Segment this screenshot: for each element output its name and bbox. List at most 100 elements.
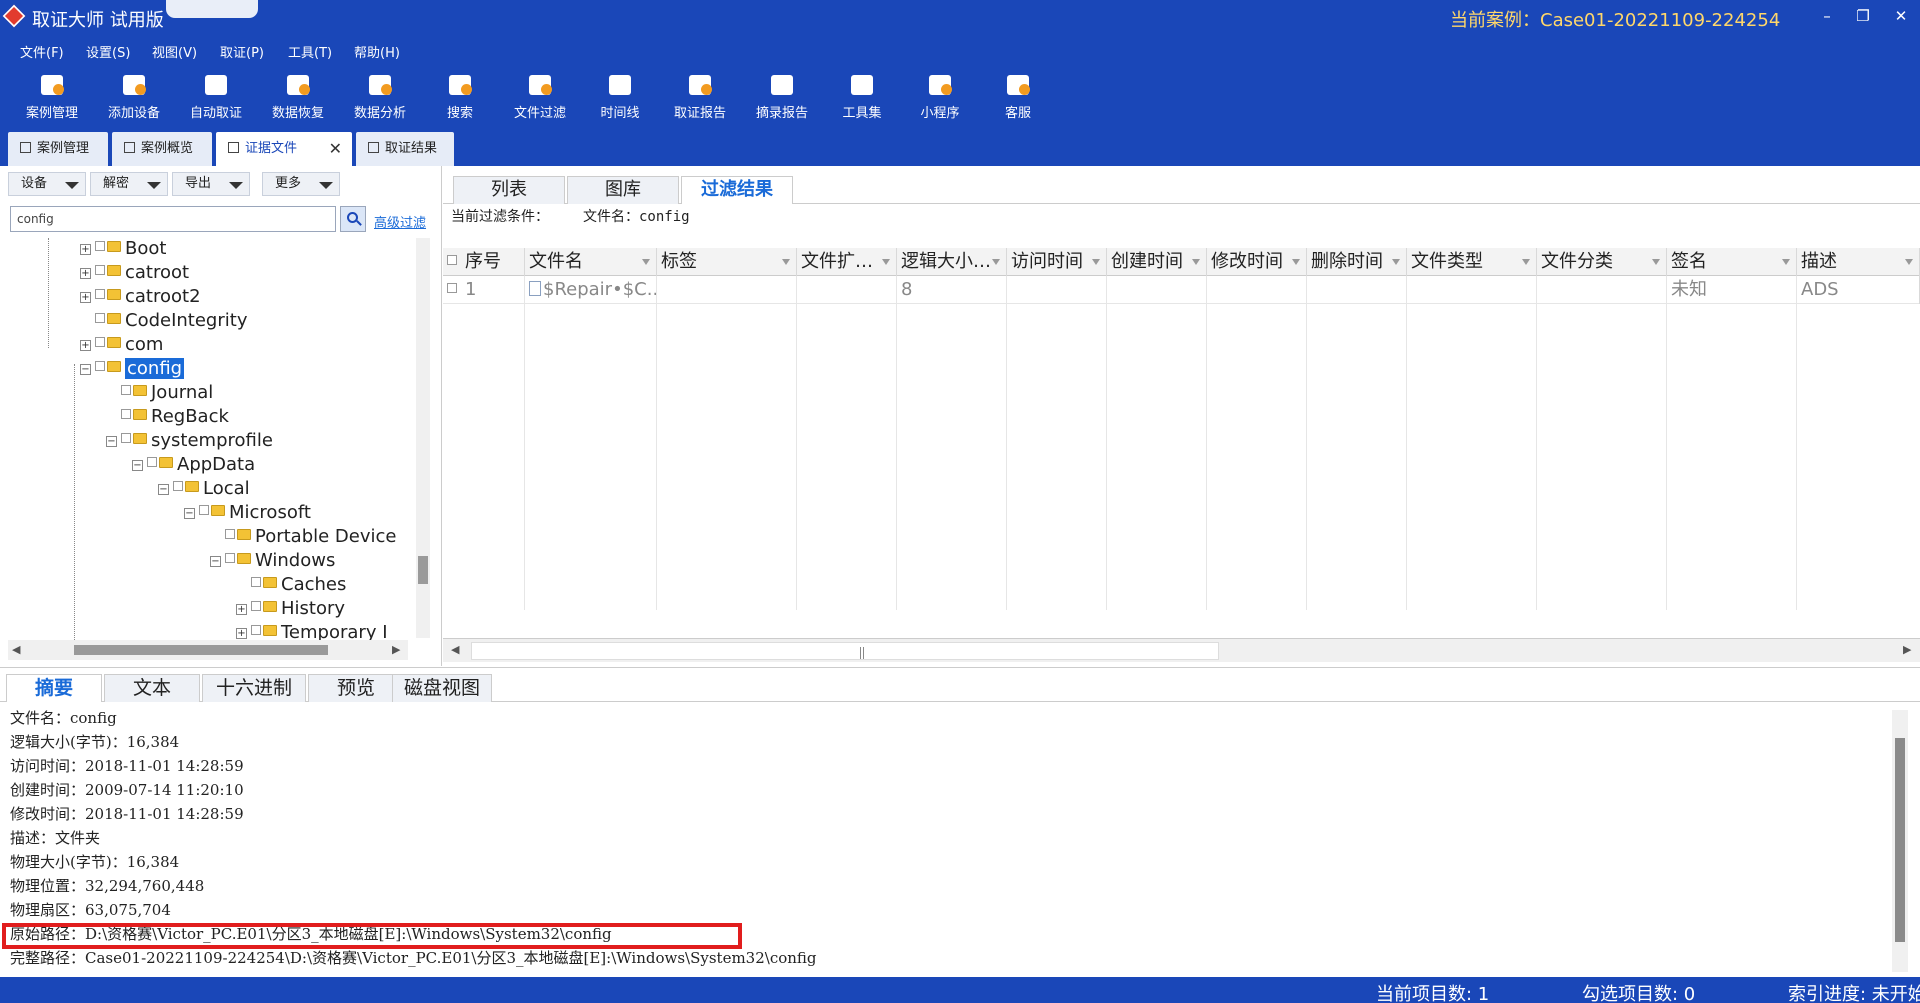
advanced-filter-link[interactable]: 高级过滤 — [374, 212, 426, 231]
decrypt-dropdown[interactable]: 解密 — [90, 172, 168, 196]
tree-node-regback[interactable]: RegBack — [106, 406, 229, 428]
filter-icon[interactable] — [1292, 259, 1300, 265]
tab-case-manage[interactable]: 案例管理 — [8, 132, 108, 166]
column-header-signature[interactable]: 签名 — [1667, 248, 1797, 276]
filter-icon[interactable] — [1782, 259, 1790, 265]
menu-help[interactable]: 帮助(H) — [354, 42, 400, 61]
collapse-icon[interactable]: − — [158, 484, 169, 495]
expand-icon[interactable]: + — [80, 340, 91, 351]
column-header-tag[interactable]: 标签 — [657, 248, 797, 276]
column-header-file-type[interactable]: 文件类型 — [1407, 248, 1537, 276]
scroll-thumb[interactable] — [471, 642, 1219, 660]
scroll-left-icon[interactable]: ◀ — [451, 643, 459, 656]
menu-file[interactable]: 文件(F) — [20, 42, 64, 61]
tree-search-button[interactable] — [340, 206, 366, 232]
checkbox[interactable] — [95, 241, 105, 251]
checkbox[interactable] — [121, 433, 131, 443]
table-row[interactable]: 1 $Repair•$C... 8 未知 ADS — [443, 276, 1920, 304]
tab-summary[interactable]: 摘要 — [6, 674, 102, 702]
scroll-thumb[interactable] — [1895, 738, 1905, 942]
checkbox[interactable] — [251, 601, 261, 611]
export-dropdown[interactable]: 导出 — [172, 172, 250, 196]
tab-forensic-results[interactable]: 取证结果 — [356, 132, 454, 166]
scroll-right-icon[interactable]: ▶ — [392, 643, 400, 656]
collapse-icon[interactable]: − — [132, 460, 143, 471]
checkbox[interactable] — [251, 577, 261, 587]
column-header-modify-time[interactable]: 修改时间 — [1207, 248, 1307, 276]
column-header-file-category[interactable]: 文件分类 — [1537, 248, 1667, 276]
device-dropdown[interactable]: 设备 — [8, 172, 86, 196]
scroll-left-icon[interactable]: ◀ — [12, 643, 20, 656]
excerpt-report-button[interactable]: 摘录报告 — [744, 72, 820, 128]
tab-case-overview[interactable]: 案例概览 — [112, 132, 212, 166]
column-header-logical-size[interactable]: 逻辑大小… — [897, 248, 1007, 276]
collapse-icon[interactable]: − — [210, 556, 221, 567]
checkbox[interactable] — [95, 289, 105, 299]
column-header-access-time[interactable]: 访问时间 — [1007, 248, 1107, 276]
collapse-icon[interactable]: − — [106, 436, 117, 447]
tree-node-caches[interactable]: Caches — [236, 574, 346, 596]
data-recovery-button[interactable]: 数据恢复 — [260, 72, 336, 128]
close-window-button[interactable]: ✕ — [1886, 4, 1916, 28]
grid-horizontal-scrollbar[interactable]: ◀ ▶ — [443, 638, 1920, 662]
search-button[interactable]: 搜索 — [422, 72, 498, 128]
scroll-right-icon[interactable]: ▶ — [1903, 643, 1911, 656]
checkbox[interactable] — [225, 529, 235, 539]
filter-icon[interactable] — [1092, 259, 1100, 265]
scroll-thumb[interactable] — [418, 556, 428, 584]
row-checkbox[interactable] — [447, 283, 457, 293]
toolset-button[interactable]: 工具集 — [824, 72, 900, 128]
expand-icon[interactable]: + — [236, 604, 247, 615]
filter-icon[interactable] — [882, 259, 890, 265]
close-icon[interactable]: ✕ — [329, 132, 342, 166]
tab-preview[interactable]: 预览 — [308, 674, 404, 702]
tree-node-temporary[interactable]: + Temporary I — [236, 622, 388, 640]
more-dropdown[interactable]: 更多 — [262, 172, 340, 196]
filter-icon[interactable] — [1392, 259, 1400, 265]
tree-node-portable-device[interactable]: Portable Device — [210, 526, 397, 548]
tab-hex[interactable]: 十六进制 — [202, 674, 306, 702]
checkbox[interactable] — [95, 265, 105, 275]
tab-gallery[interactable]: 图库 — [567, 176, 679, 204]
add-device-button[interactable]: 添加设备 — [96, 72, 172, 128]
checkbox[interactable] — [251, 625, 261, 635]
customer-service-button[interactable]: 客服 — [980, 72, 1056, 128]
checkbox[interactable] — [95, 313, 105, 323]
column-header-extension[interactable]: 文件扩… — [797, 248, 897, 276]
filter-icon[interactable] — [782, 259, 790, 265]
tree-node-com[interactable]: + com — [80, 334, 163, 356]
summary-vertical-scrollbar[interactable] — [1892, 710, 1908, 972]
tab-filter-results[interactable]: 过滤结果 — [681, 176, 793, 204]
file-filter-button[interactable]: 文件过滤 — [502, 72, 578, 128]
checkbox[interactable] — [225, 553, 235, 563]
tree-node-systemprofile[interactable]: − systemprofile — [106, 430, 273, 452]
tree-node-windows[interactable]: − Windows — [210, 550, 335, 572]
column-header-description[interactable]: 描述 — [1797, 248, 1920, 276]
filter-icon[interactable] — [1905, 259, 1913, 265]
filter-icon[interactable] — [992, 259, 1000, 265]
tree-node-catroot[interactable]: + catroot — [80, 262, 189, 284]
tree-node-boot[interactable]: + Boot — [80, 238, 166, 260]
minimize-button[interactable]: – — [1812, 4, 1842, 28]
column-header-index[interactable]: 序号 — [443, 248, 525, 276]
expand-icon[interactable]: + — [80, 244, 91, 255]
tree-node-journal[interactable]: Journal — [106, 382, 213, 404]
tree-node-appdata[interactable]: − AppData — [132, 454, 255, 476]
filter-icon[interactable] — [1652, 259, 1660, 265]
menu-view[interactable]: 视图(V) — [152, 42, 197, 61]
checkbox[interactable] — [95, 337, 105, 347]
column-header-create-time[interactable]: 创建时间 — [1107, 248, 1207, 276]
column-header-filename[interactable]: 文件名 — [525, 248, 657, 276]
tab-text[interactable]: 文本 — [104, 674, 200, 702]
timeline-button[interactable]: 时间线 — [582, 72, 658, 128]
tree-node-config[interactable]: − config — [80, 358, 185, 380]
tree-search-input[interactable]: config — [10, 206, 336, 232]
filter-icon[interactable] — [1192, 259, 1200, 265]
checkbox[interactable] — [147, 457, 157, 467]
tree-node-codeintegrity[interactable]: CodeIntegrity — [80, 310, 247, 332]
filter-icon[interactable] — [1522, 259, 1530, 265]
expand-icon[interactable]: + — [80, 292, 91, 303]
column-header-delete-time[interactable]: 删除时间 — [1307, 248, 1407, 276]
tree-node-microsoft[interactable]: − Microsoft — [184, 502, 311, 524]
case-manage-button[interactable]: 案例管理 — [14, 72, 90, 128]
